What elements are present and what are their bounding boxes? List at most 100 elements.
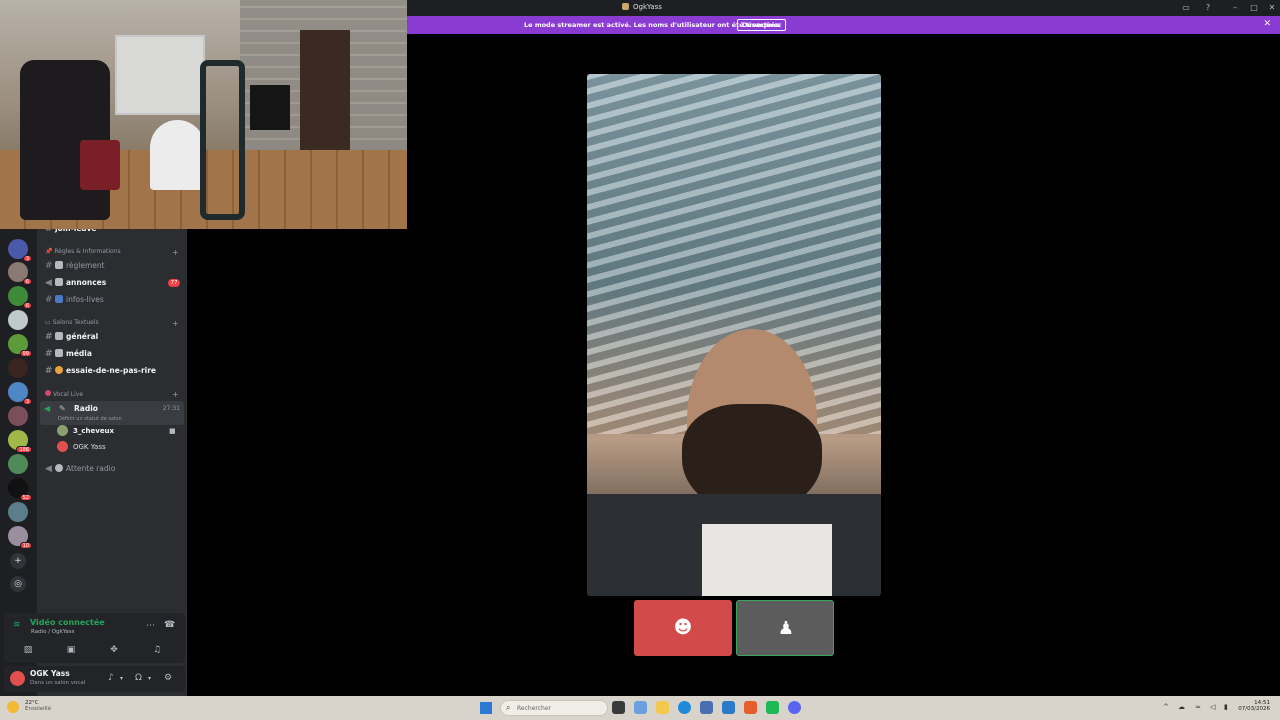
channel-infos-lives[interactable]: # infos-lives <box>45 293 104 307</box>
activities-icon[interactable]: ✥ <box>95 643 133 657</box>
channel-essaie[interactable]: # essaie-de-ne-pas-rire <box>45 364 156 378</box>
windows-start-icon[interactable] <box>480 702 492 714</box>
discord-icon[interactable] <box>788 701 801 714</box>
person-shirt <box>702 524 832 596</box>
user-avatar-icon: ♟ <box>777 618 795 639</box>
add-channel-icon[interactable]: + <box>172 248 179 257</box>
battery-icon[interactable]: ▮ <box>1224 703 1228 711</box>
server-icon[interactable]: 99 <box>8 334 32 357</box>
channel-emoji-icon <box>55 366 63 374</box>
user-panel: OGK Yass Dans un salon vocal ♪ ▾ Ω ▾ ⚙ <box>4 666 185 692</box>
taskbar-search[interactable]: ⌕ Rechercher <box>500 700 608 716</box>
category-text[interactable]: ▭ Salons Textuels + <box>45 319 179 328</box>
maximize-icon[interactable]: □ <box>1249 3 1259 13</box>
taskbar-clock[interactable]: 14:51 07/03/2026 <box>1238 700 1270 712</box>
voice-channel-radio[interactable]: ◀ ✎ Radio Définir un statut de salon 27:… <box>40 401 184 425</box>
camera-off-icon[interactable]: ▨ <box>9 643 47 657</box>
avatar <box>57 425 68 436</box>
webcam-overlay <box>0 0 407 229</box>
add-server-icon[interactable]: + <box>10 553 26 569</box>
channel-emoji-icon <box>55 278 63 286</box>
channel-emoji-icon <box>55 295 63 303</box>
server-icon[interactable]: 52 <box>8 478 32 501</box>
server-icon[interactable]: 3 <box>8 382 32 405</box>
add-channel-icon[interactable]: + <box>172 319 179 328</box>
participant-tile-discord[interactable]: ☻ <box>634 600 732 656</box>
channel-general[interactable]: # général <box>45 330 98 344</box>
settings-gear-icon[interactable]: ⚙ <box>164 673 172 683</box>
weather-sun-icon[interactable] <box>7 701 19 713</box>
windows-taskbar: 22°C Ensoleillé ⌕ Rechercher ^ ☁ ≈ ◁ ▮ 1… <box>0 696 1280 720</box>
server-icon[interactable] <box>8 406 28 426</box>
voice-state: Vidéo connectée <box>30 618 105 627</box>
spotify-icon[interactable] <box>766 701 779 714</box>
server-icon[interactable] <box>8 502 28 522</box>
server-icon[interactable]: 10 <box>8 526 32 549</box>
server-icon[interactable]: 186 <box>8 430 32 453</box>
chevron-up-icon[interactable]: ^ <box>1163 703 1169 711</box>
server-icon[interactable] <box>8 358 28 378</box>
chevron-down-icon[interactable]: ▾ <box>120 675 123 682</box>
disconnect-icon[interactable]: ☎ <box>164 620 175 630</box>
streamer-mode-banner: Le mode streamer est activé. Les noms d'… <box>407 16 1280 34</box>
voice-channel-attente[interactable]: ◀ Attente radio <box>45 462 115 476</box>
search-icon: ⌕ <box>506 703 511 712</box>
server-icon[interactable]: 6 <box>8 286 32 309</box>
room-window <box>115 35 205 115</box>
explore-icon[interactable]: ◎ <box>10 576 26 592</box>
server-icon[interactable]: 3 <box>8 239 32 262</box>
user-name[interactable]: OGK Yass <box>30 669 70 678</box>
server-icon[interactable] <box>8 454 28 474</box>
category-vocal[interactable]: Vocal Live + <box>45 390 179 399</box>
user-status: Dans un salon vocal <box>30 680 86 686</box>
minimize-icon[interactable]: – <box>1230 3 1240 13</box>
server-icon[interactable]: 6 <box>8 262 32 285</box>
video-stream[interactable] <box>587 74 881 596</box>
banner-close-icon[interactable]: ✕ <box>1263 19 1271 29</box>
deactivate-button[interactable]: Désactiver <box>737 19 787 31</box>
chevron-down-icon[interactable]: ▾ <box>148 675 151 682</box>
brave-icon[interactable] <box>744 701 757 714</box>
channel-reglement[interactable]: # règlement <box>45 259 105 273</box>
voice-location[interactable]: Radio / OgkYass <box>31 629 75 635</box>
set-status-link[interactable]: Définir un statut de salon <box>58 416 122 422</box>
weather-widget[interactable]: 22°C Ensoleillé <box>25 700 51 712</box>
microphone-icon[interactable]: ♪ <box>108 673 114 683</box>
channel-annonces[interactable]: ◀ annonces <box>45 276 106 290</box>
signal-icon[interactable]: ≋ <box>13 620 21 630</box>
channel-emoji-icon <box>55 261 63 269</box>
soundboard-icon[interactable]: ♫ <box>138 643 176 657</box>
share-screen-icon[interactable]: ▣ <box>52 643 90 657</box>
help-icon[interactable]: ? <box>1203 3 1213 13</box>
tray-app-icon[interactable]: ☁ <box>1178 703 1185 711</box>
participant-tile-user[interactable]: ♟ <box>736 600 834 656</box>
exercise-bike <box>200 60 245 220</box>
voice-member[interactable]: 3_cheveux ■ <box>57 425 176 438</box>
add-channel-icon[interactable]: + <box>172 390 179 399</box>
headphones-icon[interactable]: Ω <box>135 673 142 683</box>
mail-icon[interactable] <box>722 701 735 714</box>
copilot-icon[interactable] <box>634 701 647 714</box>
hash-icon: # <box>45 261 53 271</box>
television <box>250 85 290 130</box>
store-icon[interactable] <box>700 701 713 714</box>
server-icon[interactable] <box>8 310 28 330</box>
wifi-icon[interactable]: ≈ <box>1195 703 1201 711</box>
voice-member[interactable]: OGK Yass <box>57 441 106 454</box>
channel-emoji-icon <box>55 332 63 340</box>
close-window-icon[interactable]: ✕ <box>1267 3 1277 13</box>
inbox-icon[interactable]: ▭ <box>1181 3 1191 13</box>
avatar <box>57 441 68 452</box>
edge-icon[interactable] <box>678 701 691 714</box>
user-avatar[interactable] <box>10 671 25 686</box>
category-rules[interactable]: 📌 Règles & Informations + <box>45 248 179 257</box>
volume-icon[interactable]: ◁ <box>1210 703 1215 711</box>
file-explorer-icon[interactable] <box>656 701 669 714</box>
channel-emoji-icon <box>55 349 63 357</box>
noise-suppression-icon[interactable]: ⋯ <box>146 621 155 631</box>
discord-logo-icon: ☻ <box>673 617 693 638</box>
window-title: OgkYass <box>622 3 662 11</box>
channel-media[interactable]: # média <box>45 347 92 361</box>
server-badge: 6 <box>22 302 32 309</box>
task-view-icon[interactable] <box>612 701 625 714</box>
